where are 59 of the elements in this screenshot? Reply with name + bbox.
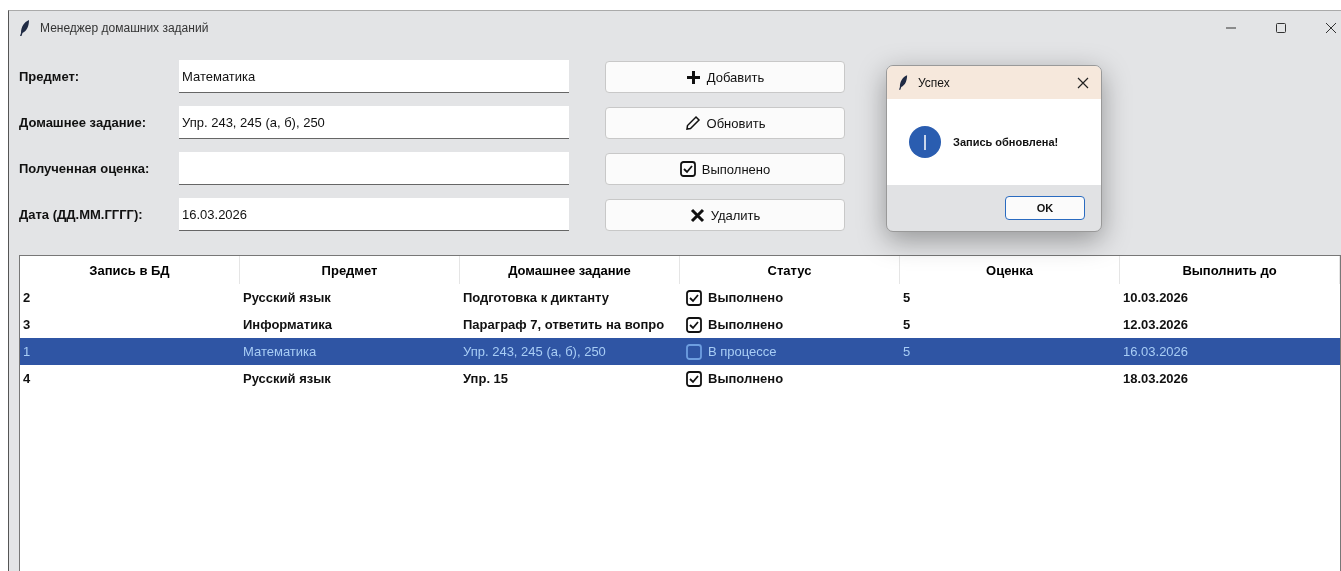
close-icon[interactable] bbox=[1077, 76, 1089, 89]
plus-icon bbox=[685, 69, 701, 85]
table-cell: Упр. 243, 245 (а, б), 250 bbox=[463, 344, 606, 359]
input-field[interactable] bbox=[179, 152, 569, 185]
table-cell: Выполнено bbox=[708, 371, 784, 386]
column-header[interactable]: Запись в БД bbox=[20, 256, 240, 284]
info-icon bbox=[909, 126, 941, 158]
field-label: Предмет: bbox=[19, 69, 81, 84]
table-row[interactable]: 1 Математика Упр. 243, 245 (а, б), 250 В процессе 5 16.03.2026 bbox=[20, 338, 1340, 365]
table-cell: Упр. 15 bbox=[463, 371, 509, 386]
table-cell: 16.03.2026 bbox=[1123, 344, 1189, 359]
done-button[interactable]: Выполнено bbox=[605, 153, 845, 185]
close-icon[interactable] bbox=[1325, 21, 1337, 34]
table-cell: 12.03.2026 bbox=[1123, 317, 1189, 332]
feather-icon bbox=[20, 19, 30, 36]
table-cell: 1 bbox=[23, 344, 31, 359]
table-row[interactable]: 2 Русский язык Подготовка к диктанту Выполнено 5 10.03.2026 bbox=[20, 284, 1340, 311]
table-cell: Выполнено bbox=[708, 317, 784, 332]
add-button[interactable]: Добавить bbox=[605, 61, 845, 93]
input-field[interactable]: Математика bbox=[179, 60, 569, 93]
field-label: Домашнее задание: bbox=[19, 115, 148, 130]
table-cell: Русский язык bbox=[243, 290, 331, 305]
dialog-message: Запись обновлена! bbox=[953, 136, 1059, 148]
cross-icon bbox=[689, 207, 705, 223]
table-cell: 3 bbox=[23, 317, 31, 332]
column-header[interactable]: Домашнее задание bbox=[460, 256, 680, 284]
table-cell: В процессе bbox=[708, 344, 777, 359]
table-cell: Подготовка к диктанту bbox=[463, 290, 609, 305]
table-cell: 4 bbox=[23, 371, 31, 386]
maximize-icon[interactable] bbox=[1275, 21, 1287, 34]
edit-button[interactable]: Обновить bbox=[605, 107, 845, 139]
pencil-icon bbox=[684, 115, 701, 131]
column-header[interactable]: Выполнить до bbox=[1120, 256, 1340, 284]
table-cell: Выполнено bbox=[708, 290, 784, 305]
table-row[interactable]: 3 Информатика Параграф 7, ответить на вопро Выполнено 5 12.03.2026 bbox=[20, 311, 1340, 338]
table-cell: 10.03.2026 bbox=[1123, 290, 1189, 305]
delete-button[interactable]: Удалить bbox=[605, 199, 845, 231]
table-cell: 5 bbox=[903, 317, 911, 332]
feather-icon bbox=[899, 75, 908, 90]
field-label: Дата (ДД.ММ.ГГГГ): bbox=[19, 207, 144, 222]
column-header[interactable]: Предмет bbox=[240, 256, 460, 284]
table-cell: 18.03.2026 bbox=[1123, 371, 1189, 386]
table-cell: Русский язык bbox=[243, 371, 331, 386]
column-header[interactable]: Статус bbox=[680, 256, 900, 284]
table-cell: Математика bbox=[243, 344, 317, 359]
checkbox-icon bbox=[679, 161, 696, 177]
dialog-title: Успех bbox=[918, 75, 951, 90]
table-cell: Информатика bbox=[243, 317, 332, 332]
table-cell: 5 bbox=[903, 344, 911, 359]
window-title: Менеджер домашних заданий bbox=[40, 20, 209, 35]
table-cell: 5 bbox=[903, 290, 911, 305]
ok-button[interactable]: OK bbox=[1005, 196, 1085, 220]
table-cell: 2 bbox=[23, 290, 31, 305]
input-field[interactable]: Упр. 243, 245 (а, б), 250 bbox=[179, 106, 569, 139]
table-row[interactable]: 4 Русский язык Упр. 15 Выполнено 18.03.2026 bbox=[20, 365, 1340, 392]
column-header[interactable]: Оценка bbox=[900, 256, 1120, 284]
field-label: Полученная оценка: bbox=[19, 161, 151, 176]
input-field[interactable]: 16.03.2026 bbox=[179, 198, 569, 231]
table-cell: Параграф 7, ответить на вопро bbox=[463, 317, 665, 332]
